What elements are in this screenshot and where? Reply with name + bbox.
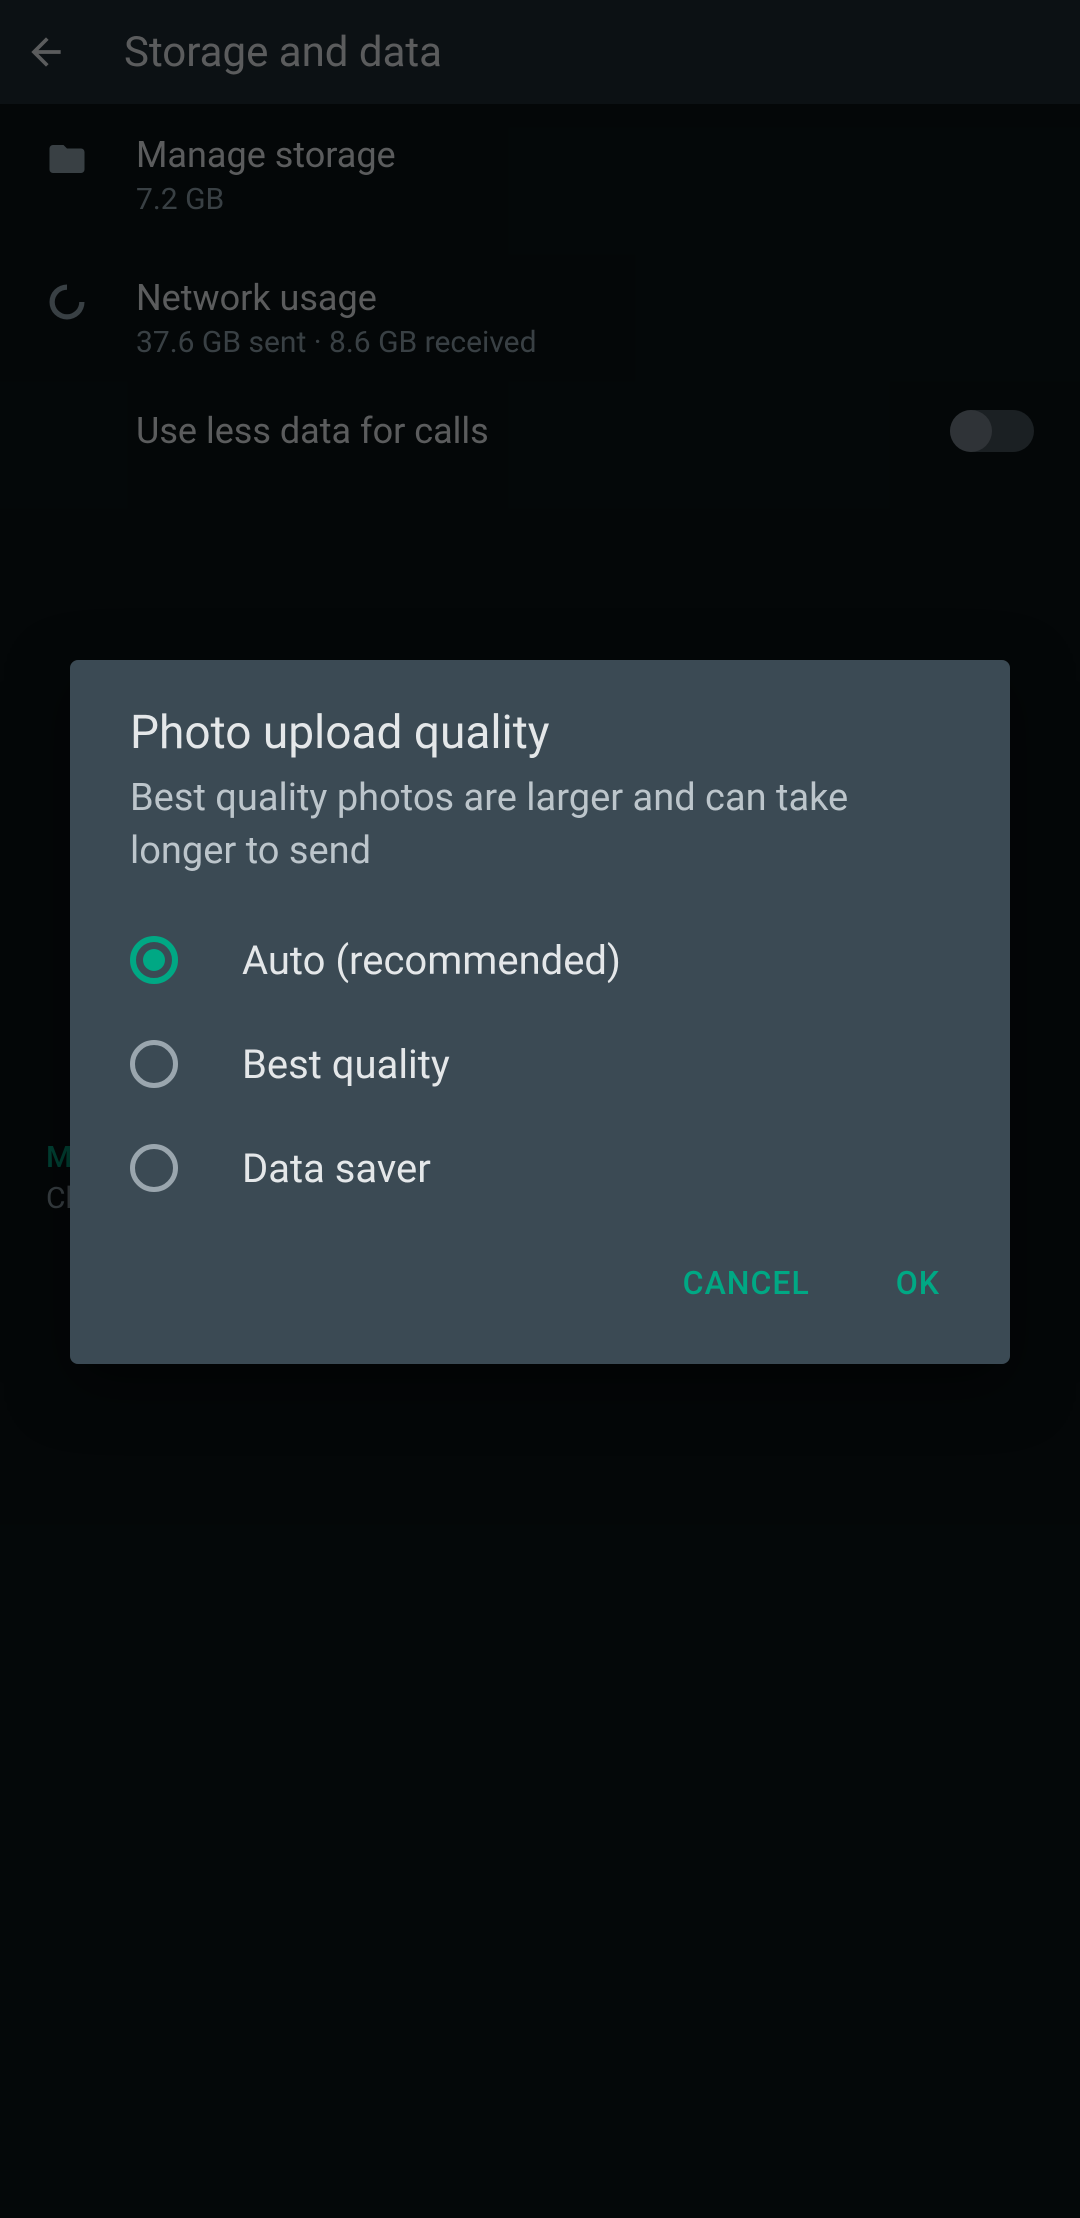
photo-upload-quality-dialog: Photo upload quality Best quality photos… — [70, 660, 1010, 1364]
radio-best[interactable] — [130, 1040, 178, 1088]
radio-auto[interactable] — [130, 936, 178, 984]
option-saver-row[interactable]: Data saver — [70, 1116, 1010, 1220]
ok-button[interactable]: OK — [876, 1248, 960, 1318]
option-best-label: Best quality — [242, 1041, 450, 1088]
cancel-button[interactable]: CANCEL — [663, 1248, 830, 1318]
option-auto-row[interactable]: Auto (recommended) — [70, 908, 1010, 1012]
option-saver-label: Data saver — [242, 1145, 431, 1192]
dialog-actions: CANCEL OK — [70, 1220, 1010, 1344]
dialog-title: Photo upload quality — [70, 706, 1010, 760]
radio-saver[interactable] — [130, 1144, 178, 1192]
option-auto-label: Auto (recommended) — [242, 937, 621, 984]
option-best-row[interactable]: Best quality — [70, 1012, 1010, 1116]
dialog-subtitle: Best quality photos are larger and can t… — [70, 760, 1010, 908]
